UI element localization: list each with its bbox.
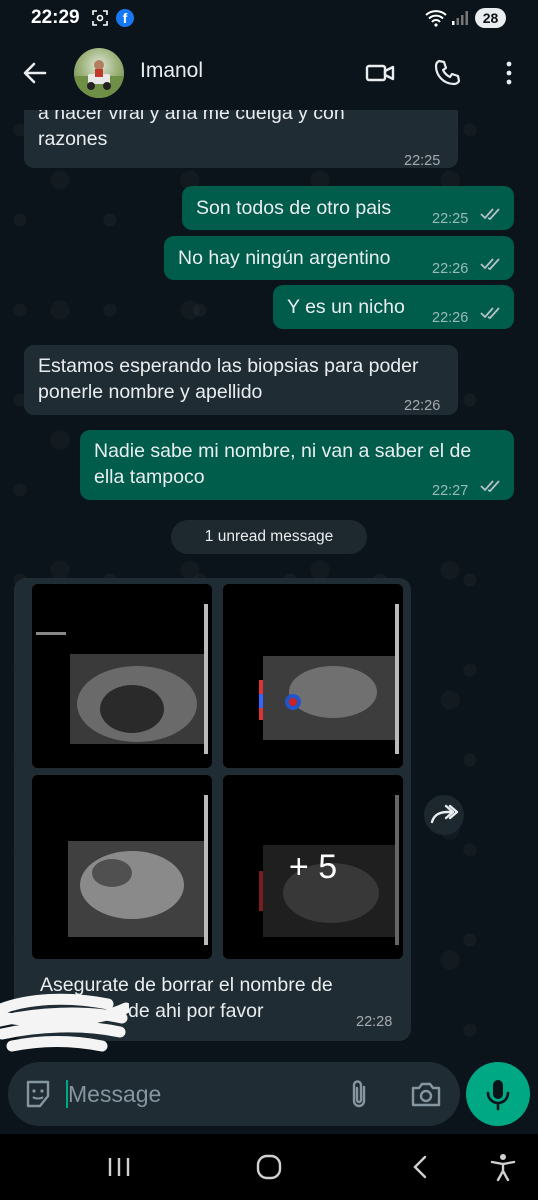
message-time: 22:26 — [404, 398, 441, 414]
message-text: Y es un nicho — [287, 296, 405, 318]
chat-area[interactable]: a hacer viral y ana me cuelga y con razo… — [0, 110, 538, 1062]
wifi-icon — [425, 10, 447, 27]
message-time: 22:28 — [356, 1014, 393, 1030]
forward-icon — [430, 804, 459, 824]
screenshot-icon — [92, 10, 108, 26]
read-ticks-icon — [480, 258, 500, 271]
recent-apps-icon[interactable] — [106, 1155, 132, 1179]
message-bubble-incoming[interactable]: a hacer viral y ana me cuelga y con razo… — [24, 110, 458, 169]
facebook-icon: f — [116, 9, 134, 27]
status-bar: 22:29 f 28 — [0, 0, 538, 36]
voice-message-button[interactable] — [466, 1062, 530, 1126]
home-icon[interactable] — [255, 1153, 283, 1181]
signal-icon — [452, 11, 468, 25]
message-text: Son todos de otro pais — [196, 197, 392, 219]
more-images-count[interactable]: + 5 — [223, 775, 403, 959]
microphone-icon — [486, 1080, 510, 1111]
ultrasound-image-thumbnail[interactable] — [32, 584, 212, 768]
message-time: 22:26 — [432, 261, 469, 277]
ultrasound-image-thumbnail[interactable] — [32, 775, 212, 959]
message-time: 22:27 — [432, 483, 469, 499]
redaction-scribble — [0, 993, 129, 1052]
camera-icon[interactable] — [410, 1079, 442, 1109]
message-time: 22:25 — [404, 153, 441, 169]
back-nav-icon[interactable] — [408, 1154, 432, 1180]
chat-header: Imanol — [0, 36, 538, 110]
read-ticks-icon — [480, 208, 500, 221]
message-composer[interactable]: Message — [8, 1062, 460, 1126]
video-call-icon[interactable] — [364, 57, 396, 89]
contact-name[interactable]: Imanol — [140, 59, 203, 83]
status-time: 22:29 — [31, 7, 80, 28]
ultrasound-image-thumbnail[interactable]: + 5 — [223, 775, 403, 959]
read-ticks-icon — [480, 480, 500, 493]
forward-button[interactable] — [424, 795, 464, 835]
avatar[interactable] — [74, 48, 124, 98]
battery-icon: 28 — [475, 8, 506, 28]
message-text: a hacer viral y ana me cuelga y con razo… — [38, 110, 345, 150]
message-text: No hay ningún argentino — [178, 247, 391, 269]
attach-icon[interactable] — [346, 1078, 374, 1110]
message-bubble-outgoing[interactable]: Nadie sabe mi nombre, ni van a saber el … — [80, 430, 514, 500]
message-time: 22:26 — [432, 310, 469, 326]
more-options-icon[interactable] — [493, 57, 525, 89]
unread-messages-divider: 1 unread message — [171, 520, 367, 554]
message-bubble-outgoing[interactable]: Y es un nicho 22:26 — [273, 285, 514, 329]
message-bubble-outgoing[interactable]: No hay ningún argentino 22:26 — [164, 236, 514, 280]
read-ticks-icon — [480, 307, 500, 320]
message-text: Estamos esperando las biopsias para pode… — [38, 355, 419, 403]
back-arrow-icon[interactable] — [19, 57, 51, 89]
message-bubble-outgoing[interactable]: Son todos de otro pais 22:25 — [182, 186, 514, 230]
phone-call-icon[interactable] — [431, 57, 463, 89]
message-time: 22:25 — [432, 211, 469, 227]
sticker-icon[interactable] — [22, 1078, 54, 1110]
message-input[interactable]: Message — [68, 1081, 161, 1108]
ultrasound-image-thumbnail[interactable] — [223, 584, 403, 768]
accessibility-icon[interactable] — [489, 1152, 517, 1182]
system-navigation-bar — [0, 1134, 538, 1200]
message-bubble-incoming[interactable]: Estamos esperando las biopsias para pode… — [24, 345, 458, 415]
